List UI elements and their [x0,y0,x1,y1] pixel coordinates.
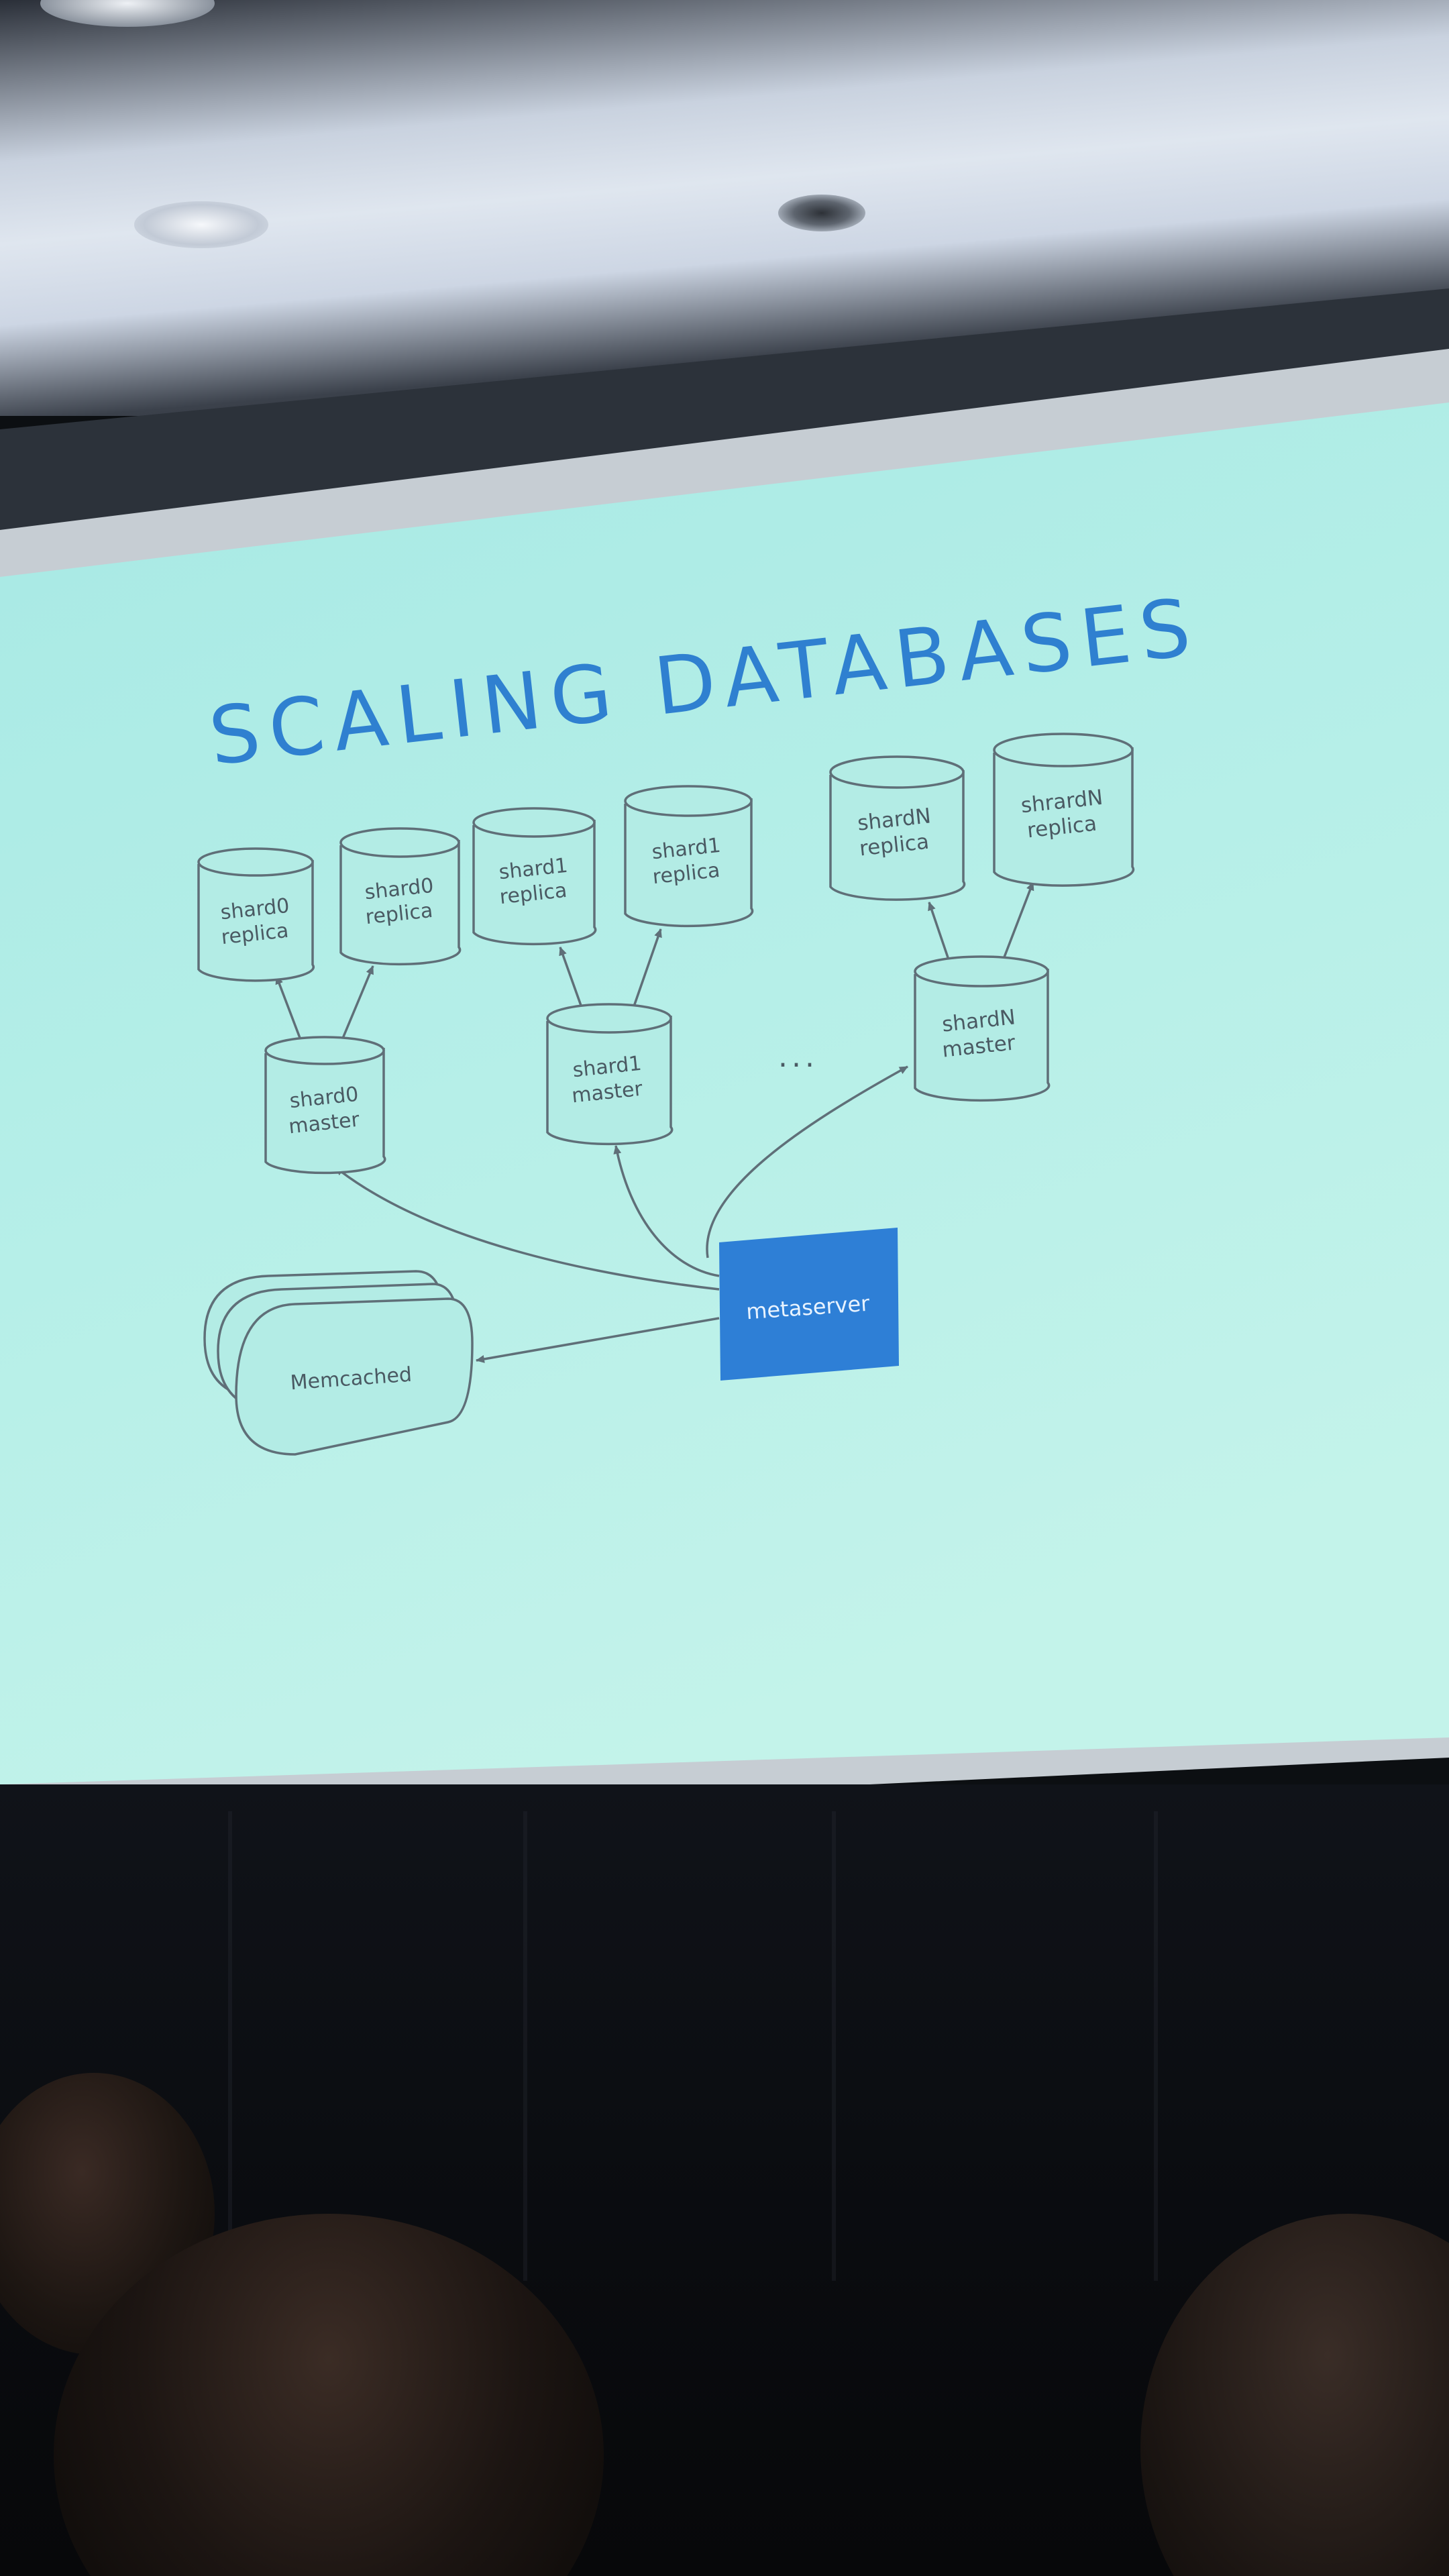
conference-scene: SCALING DATABASES shard0 replica shard0 … [0,0,1449,2576]
ellipsis: ... [778,1040,818,1074]
curtain-fold [832,1811,836,2281]
slide-surface [0,402,1449,1784]
curtain-fold [523,1811,527,2281]
curtain-fold [228,1811,232,2281]
curtain-fold [1154,1811,1158,2281]
projector-screen: SCALING DATABASES shard0 replica shard0 … [0,288,1449,1825]
